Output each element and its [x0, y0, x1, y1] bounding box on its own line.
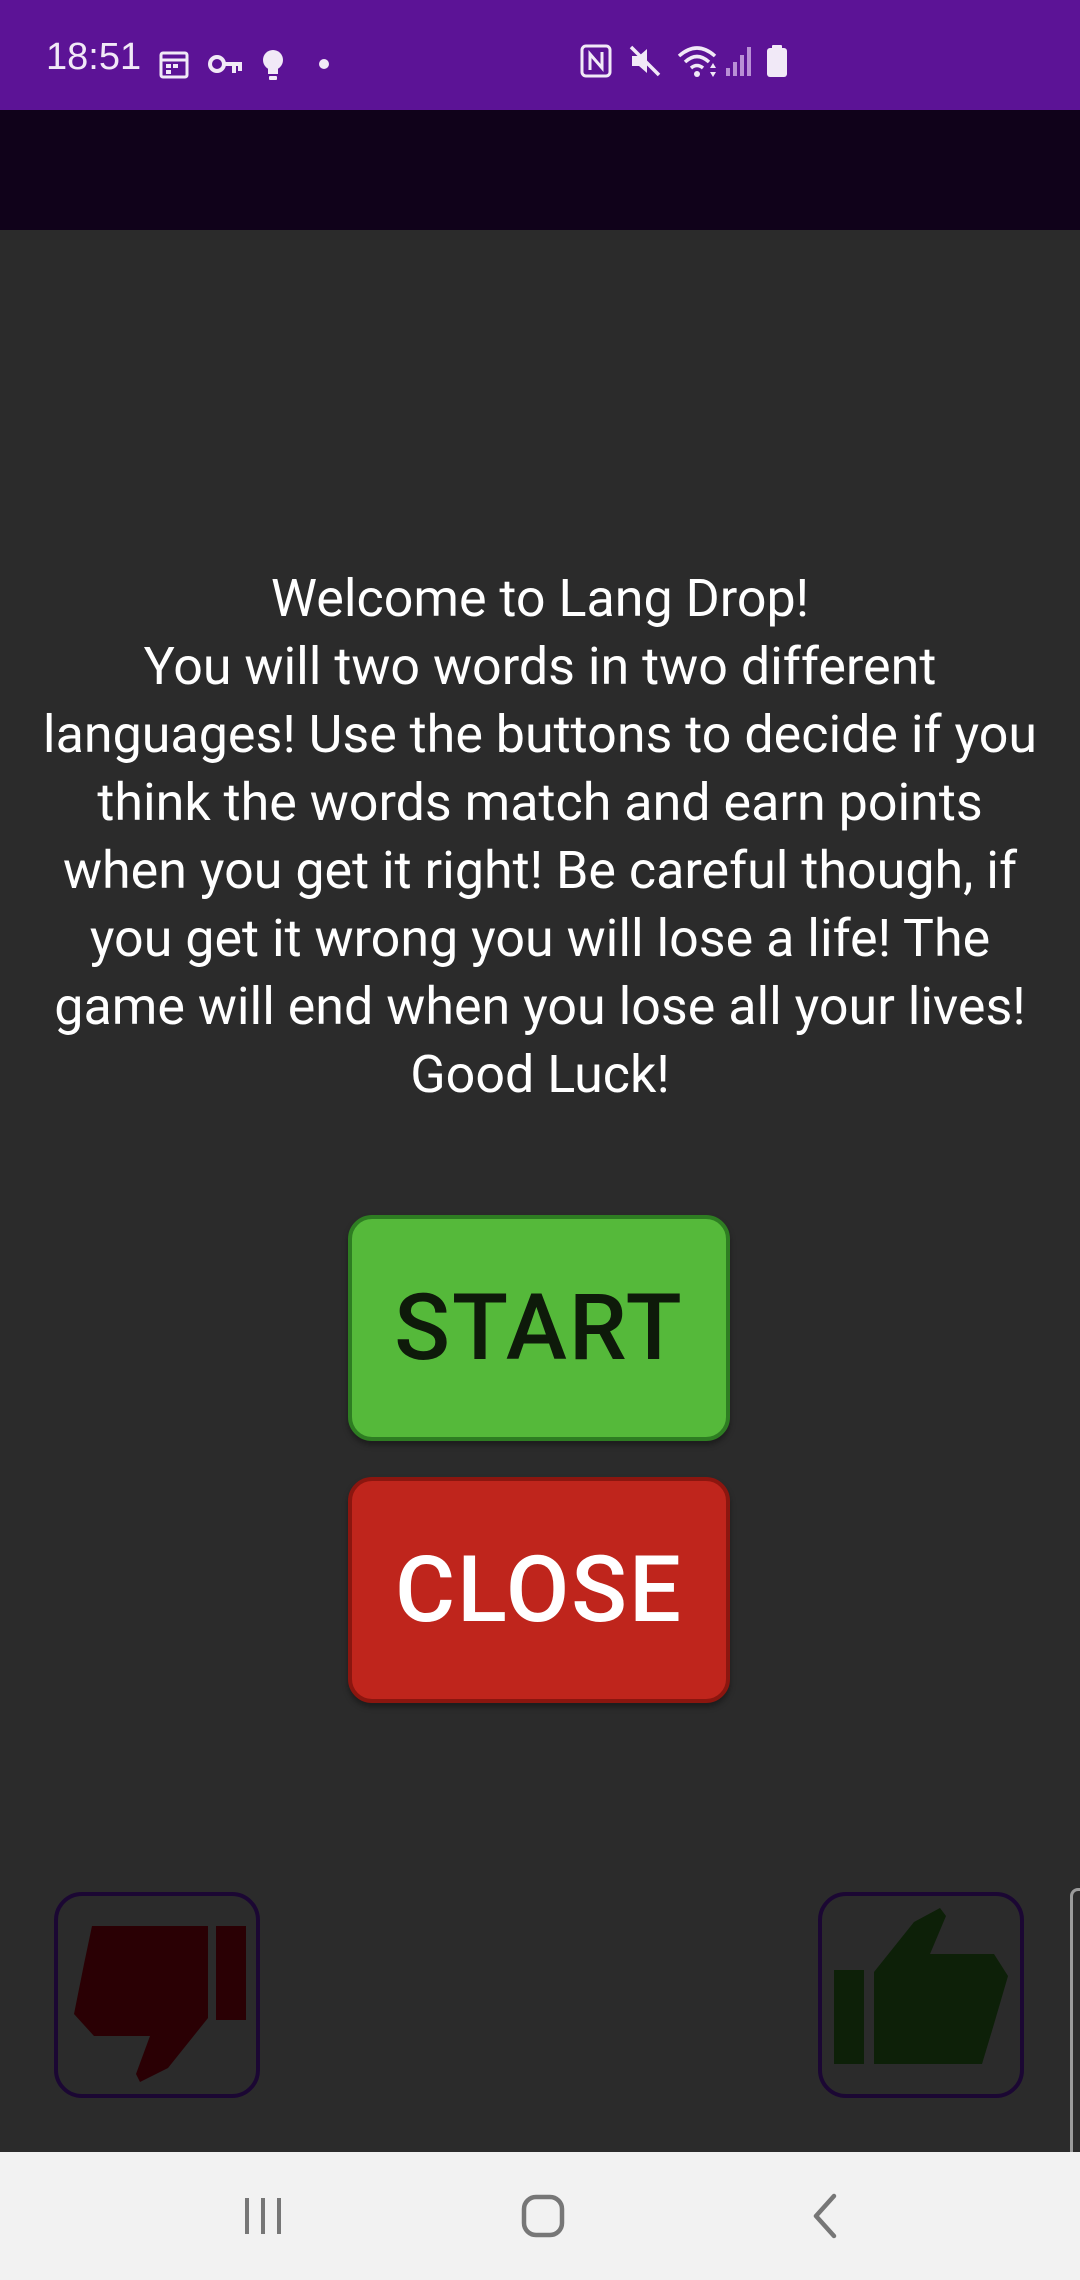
key-icon — [208, 55, 242, 73]
main-content: Welcome to Lang Drop! You will two words… — [0, 230, 1080, 2280]
battery-icon — [767, 45, 787, 77]
signal-icon — [726, 47, 751, 76]
thumbs-up-icon — [834, 1908, 1008, 2064]
status-time: 18:51 — [46, 36, 142, 78]
home-button[interactable] — [463, 2152, 623, 2280]
navigation-bar — [0, 2152, 1080, 2280]
welcome-message: Welcome to Lang Drop! You will two words… — [42, 568, 1038, 1105]
dot-icon — [319, 59, 329, 69]
app-bar — [0, 110, 1080, 230]
home-icon — [521, 2194, 565, 2238]
back-icon — [813, 2193, 837, 2239]
calendar-icon — [159, 51, 189, 79]
close-button[interactable]: CLOSE — [348, 1477, 730, 1703]
back-button[interactable] — [745, 2152, 905, 2280]
like-button[interactable] — [818, 1892, 1024, 2098]
dislike-button[interactable] — [54, 1892, 260, 2098]
recents-button[interactable] — [183, 2152, 343, 2280]
thumbs-down-icon — [74, 1926, 246, 2082]
nfc-icon — [580, 44, 612, 78]
app-screen: 18:51 Welcome to Lang Drop! You will two… — [0, 0, 1080, 2280]
recents-icon — [245, 2198, 281, 2234]
wifi-icon — [677, 46, 717, 77]
mute-icon — [629, 45, 661, 77]
status-bar: 18:51 — [0, 0, 1080, 110]
lightbulb-icon — [263, 50, 283, 80]
start-button[interactable]: START — [348, 1215, 730, 1441]
